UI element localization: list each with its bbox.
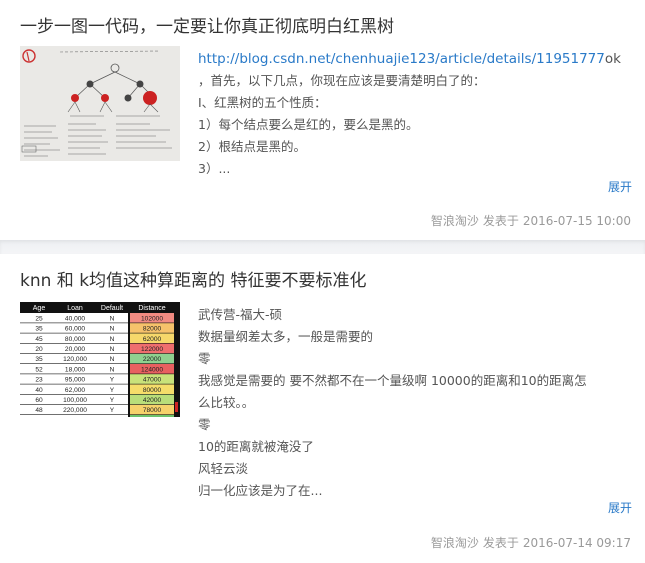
table-cell: N — [110, 336, 115, 343]
post-excerpt: http://blog.csdn.net/chenhuajie123/artic… — [198, 48, 628, 180]
table-cell: N — [110, 366, 115, 373]
table-cell: N — [110, 315, 115, 322]
post-excerpt: 武传营-福大-硕 数据量纲差太多，一般是需要的 零 我感觉是需要的 要不然都不在… — [198, 304, 628, 502]
table-cell: 62000 — [143, 336, 162, 343]
excerpt-line: 零 — [198, 417, 211, 432]
published-label: 发表于 — [482, 214, 519, 228]
distance-table-image: Age Loan Default Distance 25 40,000 N 102000 35 6… — [20, 302, 180, 417]
table-cell: Y — [110, 387, 115, 394]
table-cell: N — [110, 326, 115, 333]
table-header-cell: Age — [33, 305, 46, 312]
table-cell: 78000 — [143, 407, 162, 414]
post-card: knn 和 k均值这种算距离的 特征要不要标准化 Age Loan Default D… — [0, 254, 645, 563]
post-divider — [0, 240, 645, 254]
table-cell: 23 — [35, 377, 43, 384]
table-cell: 60 — [35, 397, 43, 404]
post-title[interactable]: knn 和 k均值这种算距离的 特征要不要标准化 — [20, 266, 366, 291]
excerpt-line: 武传营-福大-硕 — [198, 307, 283, 322]
post-date: 2016-07-14 09:17 — [522, 536, 631, 550]
table-header-cell: Distance — [138, 305, 165, 312]
excerpt-line: 3）... — [198, 161, 231, 176]
table-cell: 52 — [35, 366, 43, 373]
table-cell: Y — [110, 407, 115, 414]
table-cell: 100,000 — [63, 397, 87, 404]
table-cell: 82000 — [143, 326, 162, 333]
table-cell: N — [110, 346, 115, 353]
table-cell: 102000 — [141, 315, 163, 322]
table-cell: 40 — [35, 387, 43, 394]
table-cell: N — [110, 356, 115, 363]
post-date: 2016-07-15 10:00 — [522, 214, 631, 228]
table-cell: 42000 — [143, 397, 162, 404]
table-header-cell: Loan — [67, 305, 83, 312]
excerpt-line: ，首先，以下几点，你现在应该是要清楚明白了的： — [198, 73, 486, 88]
table-cell: Y — [110, 397, 115, 404]
table-cell: 18,000 — [65, 366, 86, 373]
table-cell: 22000 — [143, 356, 162, 363]
article-link[interactable]: http://blog.csdn.net/chenhuajie123/artic… — [198, 51, 605, 67]
table-cell: 80000 — [143, 387, 162, 394]
expand-button[interactable]: 展开 — [608, 499, 632, 516]
table-cell: 62,000 — [65, 387, 86, 394]
excerpt-line: 零 — [198, 351, 211, 366]
table-cell: 40,000 — [65, 315, 86, 322]
table-cell: 80,000 — [65, 336, 86, 343]
expand-button[interactable]: 展开 — [608, 178, 632, 195]
excerpt-line: I、红黑树的五个性质： — [198, 95, 327, 110]
published-label: 发表于 — [482, 536, 519, 550]
table-cell: 124000 — [141, 366, 163, 373]
table-cell: 35 — [35, 326, 43, 333]
table-cell: 95,000 — [65, 377, 86, 384]
excerpt-line: 1）每个结点要么是红的，要么是黑的。 — [198, 117, 419, 132]
table-cell: 45 — [35, 336, 43, 343]
table-header-cell: Default — [101, 305, 123, 312]
excerpt-line: 数据量纲差太多，一般是需要的 — [198, 329, 374, 344]
table-cell: 220,000 — [63, 407, 87, 414]
red-black-tree-sketch — [20, 46, 180, 161]
table-cell: 47000 — [143, 377, 162, 384]
table-cell: 35 — [35, 356, 43, 363]
table-cell: 120,000 — [63, 356, 87, 363]
table-cell: Y — [110, 377, 115, 384]
table-cell: 20 — [35, 346, 43, 353]
table-cell: 20,000 — [65, 346, 86, 353]
excerpt-line: 风轻云淡 — [198, 461, 249, 476]
link-suffix: ok — [604, 51, 621, 67]
table-cell: 60,000 — [65, 326, 86, 333]
table-cell: 25 — [35, 315, 43, 322]
post-meta: 智浪淘沙 发表于 2016-07-15 10:00 — [427, 212, 631, 229]
post-meta: 智浪淘沙 发表于 2016-07-14 09:17 — [427, 534, 631, 551]
excerpt-line: 2）根结点是黑的。 — [198, 139, 306, 154]
table-cell: 48 — [35, 407, 43, 414]
excerpt-line: 10的距离就被淹没了 — [198, 439, 314, 454]
excerpt-link-line: http://blog.csdn.net/chenhuajie123/artic… — [198, 48, 628, 70]
excerpt-line: 归一化应该是为了在... — [198, 483, 323, 498]
excerpt-line: 我感觉是需要的 要不然都不在一个量级啊 10000的距离和10的距离怎 — [198, 373, 587, 388]
post-thumbnail[interactable] — [20, 46, 180, 161]
post-author[interactable]: 智浪淘沙 — [431, 536, 479, 550]
post-thumbnail[interactable]: Age Loan Default Distance 25 40,000 N 102000 35 6… — [20, 302, 180, 417]
table-cell: 122000 — [141, 346, 163, 353]
red-marker — [175, 402, 178, 412]
post-title[interactable]: 一步一图一代码，一定要让你真正彻底明白红黑树 — [20, 12, 394, 37]
excerpt-line: 么比较。。 — [198, 395, 255, 410]
post-card: 一步一图一代码，一定要让你真正彻底明白红黑树 http://blog.csdn.… — [0, 0, 645, 240]
post-author[interactable]: 智浪淘沙 — [431, 214, 479, 228]
